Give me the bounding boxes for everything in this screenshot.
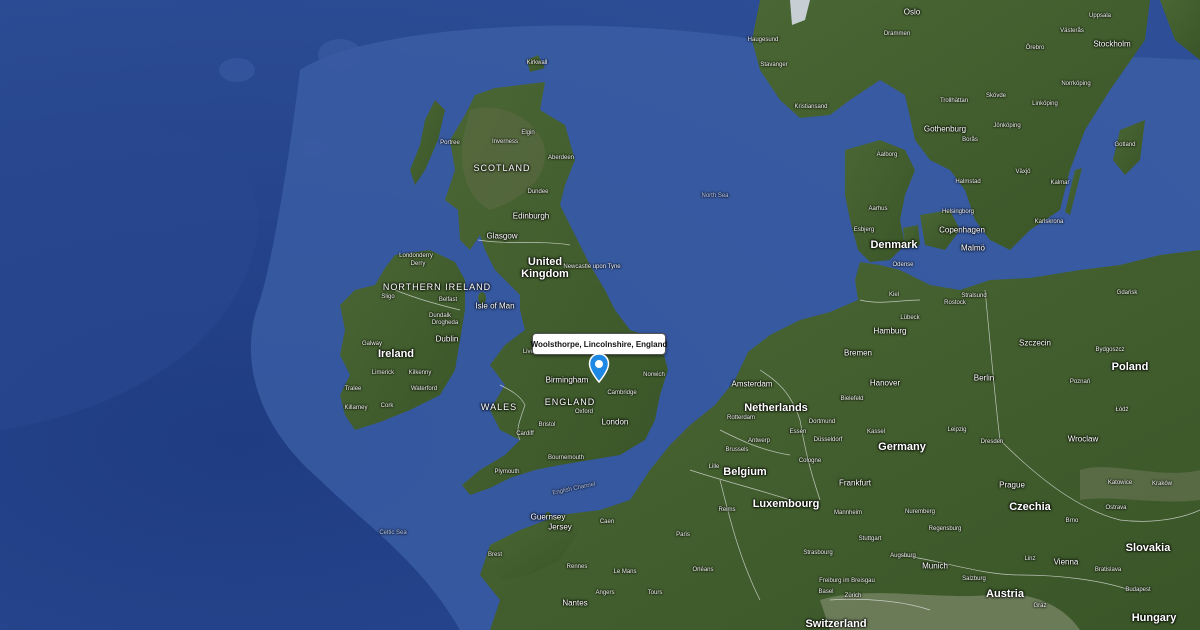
location-pin-icon[interactable] — [588, 353, 610, 384]
seamount — [219, 58, 255, 82]
land-funen — [903, 225, 920, 248]
seamount — [318, 39, 362, 71]
land-jersey — [562, 523, 568, 529]
land-isle-of-man — [478, 292, 486, 304]
map-base-layer — [0, 0, 1200, 630]
seamount — [303, 138, 327, 158]
marker-popup[interactable]: Woolsthorpe, Lincolnshire, England — [531, 333, 667, 355]
map-canvas[interactable]: SCOTLAND NORTHERN IRELAND WALES ENGLAND … — [0, 0, 1200, 630]
land-guernsey — [545, 512, 551, 518]
